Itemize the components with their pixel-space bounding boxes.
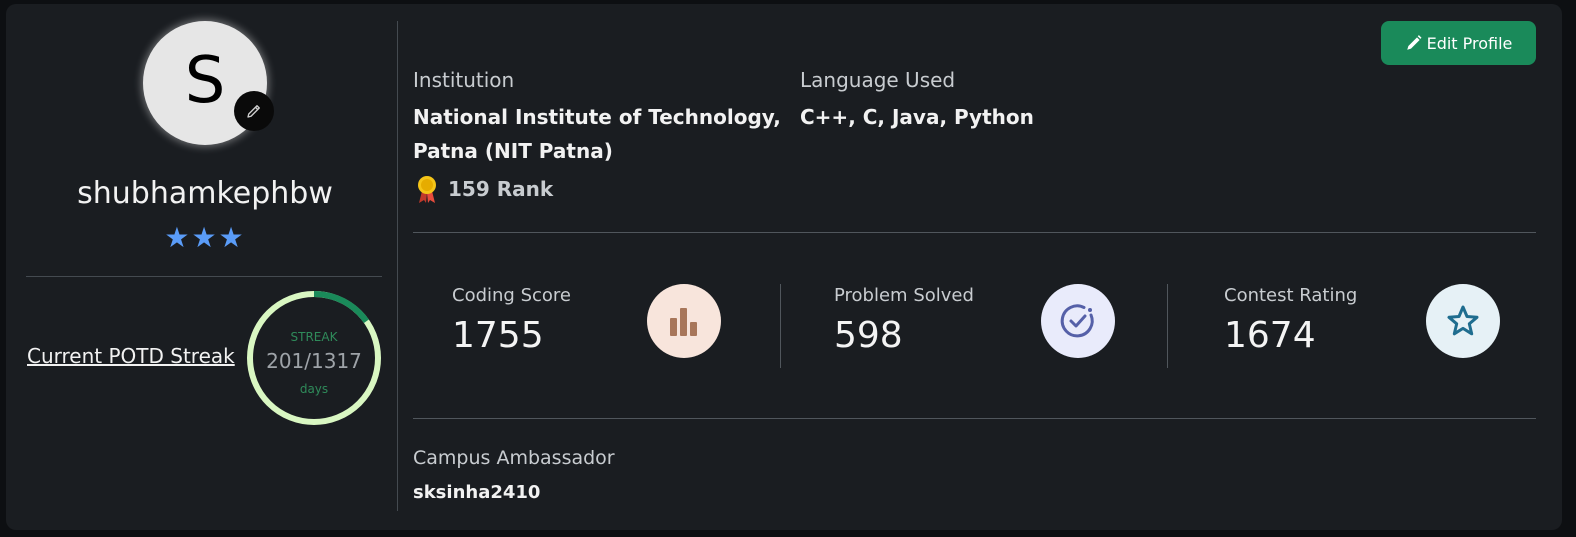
rank: 159 Rank [414, 174, 553, 204]
stat-separator [780, 284, 781, 368]
edit-profile-label: Edit Profile [1426, 33, 1513, 53]
medal-icon [418, 176, 436, 203]
coding-score-badge [647, 284, 721, 358]
profile-card: S shubhamkephbw ★★★ Current POTD Streak … [6, 4, 1562, 530]
institution-line-2: Patna (NIT Patna) [413, 139, 613, 163]
divider [26, 276, 382, 277]
streak-unit: days [299, 382, 329, 396]
campus-ambassador-label: Campus Ambassador [413, 447, 615, 469]
institution-line-1: National Institute of Technology, [413, 105, 781, 129]
rating-stars: ★★★ [164, 221, 246, 254]
streak-label: STREAK [290, 330, 338, 344]
stat-separator [1167, 284, 1168, 368]
institution-label: Institution [413, 68, 515, 92]
language-value: C++, C, Java, Python [800, 105, 1034, 129]
pencil-icon [1406, 35, 1422, 50]
contest-rating-badge [1426, 284, 1500, 358]
divider [413, 232, 1536, 233]
contest-rating-value: 1674 [1224, 315, 1316, 356]
potd-streak-link[interactable]: Current POTD Streak [27, 344, 235, 368]
streak-value: 201/1317 [266, 349, 362, 373]
coding-score-label: Coding Score [452, 285, 571, 306]
language-label: Language Used [800, 68, 956, 92]
star-icon [1447, 305, 1479, 336]
problem-solved-value: 598 [834, 315, 903, 356]
problem-solved-badge [1041, 284, 1115, 358]
avatar-letter: S [184, 44, 226, 118]
coding-score-value: 1755 [452, 315, 544, 356]
edit-avatar-button[interactable] [234, 91, 274, 131]
edit-profile-button[interactable]: Edit Profile [1381, 21, 1536, 65]
pencil-icon [247, 105, 260, 118]
contest-rating-label: Contest Rating [1224, 285, 1358, 306]
bar-chart-icon [670, 308, 697, 336]
campus-ambassador-value: sksinha2410 [413, 482, 541, 503]
divider [413, 418, 1536, 419]
username: shubhamkephbw [77, 176, 333, 211]
check-circle-icon [1060, 304, 1094, 338]
problem-solved-label: Problem Solved [834, 285, 974, 306]
column-divider [397, 21, 398, 511]
rank-text: 159 Rank [448, 177, 554, 201]
